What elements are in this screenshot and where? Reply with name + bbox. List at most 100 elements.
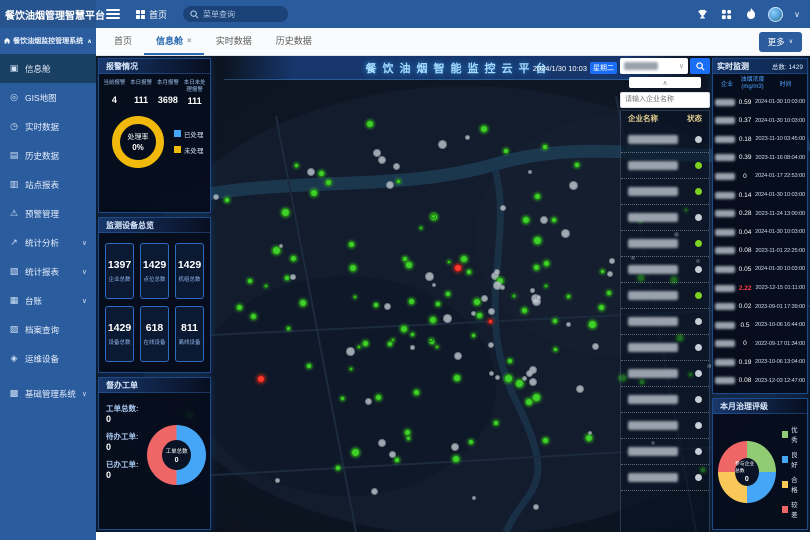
realtime-row[interactable]: 0.05 2024-01-30 10:03:00 [713,260,807,279]
map-pin[interactable] [365,398,372,405]
map-pin[interactable] [500,205,506,211]
user-avatar[interactable] [768,7,783,22]
map-pin[interactable] [290,255,297,262]
map-pin[interactable] [530,288,535,293]
company-row[interactable] [621,439,709,465]
map-pin[interactable] [408,298,415,305]
map-pin[interactable] [294,163,299,168]
realtime-row[interactable]: 0.39 2023-11-16 08:04:00 [713,149,807,168]
realtime-row[interactable]: 2.22 2023-12-15 01:11:00 [713,279,807,298]
map-pin[interactable] [609,258,615,264]
map-pin[interactable] [522,376,527,381]
map-pin[interactable] [521,307,528,314]
company-row[interactable] [621,335,709,361]
tab[interactable]: 历史数据 [264,28,324,55]
more-button[interactable]: 更多 ∨ [759,32,802,52]
map-pin[interactable] [378,439,386,447]
map-pin[interactable] [552,318,558,324]
map-pin[interactable] [569,181,578,190]
map-pin[interactable] [607,271,613,277]
company-row[interactable] [621,257,709,283]
map-pin[interactable] [405,261,413,269]
flame-icon[interactable] [744,8,757,21]
menu-toggle-icon[interactable] [106,9,120,19]
map-pin[interactable] [494,269,500,275]
map-pin[interactable] [576,385,584,393]
map-pin[interactable] [340,396,345,401]
map-pin[interactable] [375,394,382,401]
map-pin[interactable] [522,216,530,224]
map-pin[interactable] [413,389,420,396]
map-pin[interactable] [362,340,369,347]
sidebar-item[interactable]: ▦ 台账 ∨ [0,286,96,315]
company-row[interactable] [621,283,709,309]
map-pin[interactable] [429,338,433,342]
realtime-row[interactable]: 0.59 2024-01-30 10:03:00 [713,93,807,112]
map-pin[interactable] [325,179,332,186]
map-pin[interactable] [453,374,461,382]
map-pin[interactable] [425,272,434,281]
realtime-row[interactable]: 0.19 2023-10-06 13:04:00 [713,353,807,372]
apps-icon[interactable] [720,8,733,21]
sidebar-item[interactable]: ▩ 基础管理系统 ∨ [0,379,96,408]
map-pin[interactable] [400,325,408,333]
company-row[interactable] [621,179,709,205]
map-pin[interactable] [536,295,541,300]
sidebar-item[interactable]: ◎ GIS地图 [0,83,96,112]
map-pin[interactable] [551,217,557,223]
map-pin[interactable] [366,120,374,128]
trophy-icon[interactable] [696,8,709,21]
map-pin[interactable] [500,285,505,290]
map-pin[interactable] [310,189,318,197]
map-pin[interactable] [504,374,513,383]
collapse-toggle[interactable]: ∧ [629,77,701,88]
map-pin[interactable] [318,170,325,177]
map-pin[interactable] [574,162,580,168]
sidebar-item[interactable]: ◷ 实时数据 [0,112,96,141]
map-pin[interactable] [402,256,408,262]
sidebar-system-header[interactable]: 餐饮油烟监控管理系统 ∧ [0,28,96,54]
map-pin[interactable] [606,290,612,296]
map-pin[interactable] [476,312,483,319]
company-row[interactable] [621,361,709,387]
map-pin[interactable] [542,144,548,150]
map-pin[interactable] [525,398,533,406]
sidebar-item[interactable]: ▧ 统计报表 ∨ [0,257,96,286]
company-row[interactable] [621,231,709,257]
realtime-row[interactable]: 0.5 2023-10-06 16:44:00 [713,316,807,335]
map-pin[interactable] [533,236,542,245]
company-row[interactable] [621,127,709,153]
map-pin[interactable] [290,274,296,280]
realtime-row[interactable]: 0.08 2023-11-01 22:25:00 [713,242,807,261]
close-icon[interactable]: × [187,36,192,45]
map-pin[interactable] [460,255,468,263]
sidebar-item[interactable]: ⚠ 预警管理 [0,199,96,228]
map-pin[interactable] [306,363,312,369]
map-pin[interactable] [503,148,509,154]
realtime-row[interactable]: 0.28 2023-11-24 13:00:00 [713,204,807,223]
company-row[interactable] [621,153,709,179]
sidebar-item[interactable]: ▥ 站点报表 [0,170,96,199]
map-pin[interactable] [561,229,570,238]
sidebar-item[interactable]: ▣ 信息舱 [0,54,96,83]
map-pin[interactable] [224,197,230,203]
realtime-row[interactable]: 0 2024-01-17 22:53:00 [713,167,807,186]
tab[interactable]: 实时数据 [204,28,264,55]
company-row[interactable] [621,413,709,439]
map-pin[interactable] [384,303,391,310]
map-pin[interactable] [438,140,447,149]
map-pin[interactable] [335,465,341,471]
map-pin[interactable] [410,345,415,350]
sidebar-item[interactable]: ▨ 档案查询 [0,315,96,344]
map-pin[interactable] [542,437,549,444]
realtime-row[interactable]: 0.02 2023-09-01 17:39:00 [713,297,807,316]
tab[interactable]: 信息舱 × [144,28,204,55]
search-button[interactable] [690,58,710,74]
sidebar-item[interactable]: ◈ 运维设备 [0,344,96,373]
map-pin[interactable] [394,457,400,463]
company-row[interactable] [621,205,709,231]
map-pin[interactable] [495,375,500,380]
map-pin[interactable] [451,443,459,451]
map-pin[interactable] [346,347,355,356]
realtime-row[interactable]: 0.37 2024-01-30 10:03:00 [713,111,807,130]
